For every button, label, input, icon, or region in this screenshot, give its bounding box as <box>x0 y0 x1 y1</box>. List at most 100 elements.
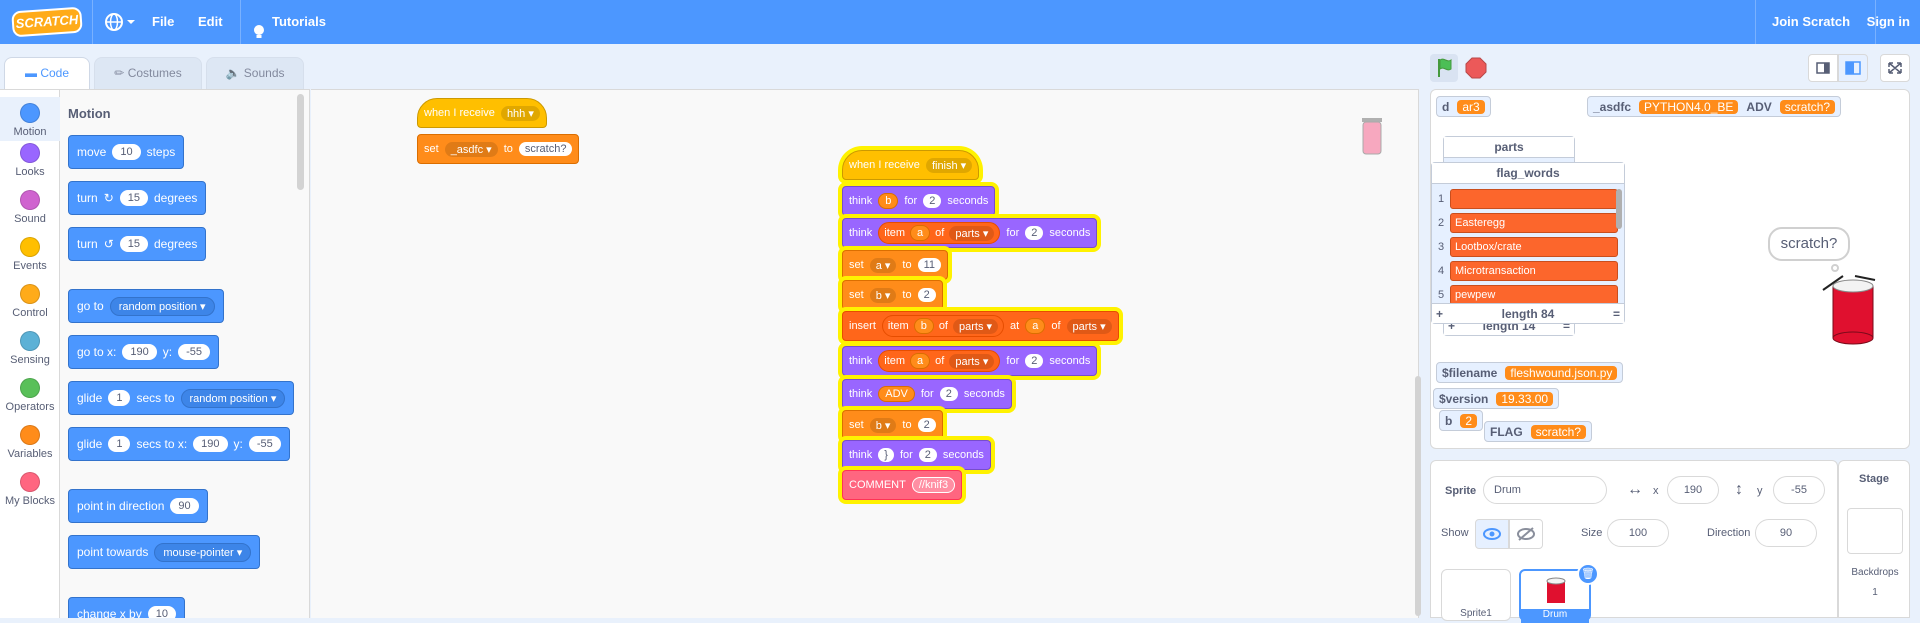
size-input[interactable]: 100 <box>1607 519 1669 547</box>
category-looks[interactable]: Looks <box>0 143 60 178</box>
y-input[interactable]: -55 <box>248 436 281 452</box>
message-dropdown[interactable]: finish ▾ <box>925 157 973 173</box>
comment-input[interactable]: //knif3 <box>911 477 956 493</box>
value-input[interactable]: scratch? <box>518 142 573 156</box>
tab-sounds[interactable]: 🔈 Sounds <box>206 57 304 89</box>
item-of-list-reporter[interactable]: item a of parts ▾ <box>878 350 1001 372</box>
degrees-input[interactable]: 15 <box>119 236 148 252</box>
turn-left-block[interactable]: turn ↺ 15 degrees <box>68 227 207 261</box>
point-towards-dropdown[interactable]: mouse-pointer ▾ <box>154 542 252 562</box>
list-monitor-flag-words[interactable]: flag_words 1 2 Easteregg 3 Lootbox/crate… <box>1431 162 1625 324</box>
category-sensing[interactable]: Sensing <box>0 331 60 366</box>
when-i-receive-block[interactable]: when I receive hhh ▾ <box>417 98 547 128</box>
seconds-input[interactable]: 2 <box>923 194 942 208</box>
variable-monitor-flag[interactable]: FLAG scratch? <box>1484 421 1593 442</box>
set-variable-block[interactable]: set _asdfc ▾ to scratch? <box>417 134 580 164</box>
add-item-button[interactable]: + <box>1436 307 1443 321</box>
list-scrollbar[interactable] <box>1616 189 1622 229</box>
stage-target-panel[interactable]: Stage Backdrops 1 <box>1838 460 1910 618</box>
scratch-logo[interactable]: SCRATCH <box>11 6 83 38</box>
change-x-block[interactable]: change x by 10 <box>68 597 185 618</box>
tab-costumes[interactable]: ✏ Costumes <box>94 57 202 89</box>
category-control[interactable]: Control <box>0 284 60 319</box>
set-variable-block[interactable]: set a ▾ to 11 <box>842 250 948 280</box>
set-variable-block[interactable]: set b ▾ to 2 <box>842 280 943 310</box>
item-value[interactable]: Microtransaction <box>1450 261 1618 281</box>
value-input[interactable]: 2 <box>917 288 936 302</box>
item-of-list-reporter[interactable]: item a of parts ▾ <box>878 222 1001 244</box>
workspace-scrollbar[interactable] <box>1415 376 1421 616</box>
variable-reporter[interactable]: a <box>910 353 931 369</box>
category-sound[interactable]: Sound <box>0 190 60 225</box>
direction-input[interactable]: 90 <box>1755 519 1817 547</box>
insert-at-list-block[interactable]: insert item b of parts ▾ at a of parts ▾ <box>842 311 1119 341</box>
tutorials-button[interactable]: Tutorials <box>252 0 332 44</box>
variable-monitor-b[interactable]: b 2 <box>1439 410 1484 431</box>
variable-dropdown[interactable]: b ▾ <box>869 417 897 433</box>
drum-sprite[interactable] <box>1819 266 1879 346</box>
seconds-input[interactable]: 2 <box>918 448 937 462</box>
message-input[interactable]: } <box>878 448 894 462</box>
variable-reporter[interactable]: a <box>910 225 931 241</box>
item-value[interactable]: Lootbox/crate <box>1450 237 1618 257</box>
edit-menu[interactable]: Edit <box>198 0 223 44</box>
think-for-block[interactable]: think ADV for 2 seconds <box>842 379 1012 409</box>
sign-in-link[interactable]: Sign in <box>1862 0 1910 44</box>
value-input[interactable]: 2 <box>917 418 936 432</box>
small-stage-button[interactable] <box>1808 54 1838 82</box>
category-motion[interactable]: Motion <box>0 97 60 141</box>
category-operators[interactable]: Operators <box>0 378 60 413</box>
item-of-list-reporter[interactable]: item b of parts ▾ <box>881 315 1005 337</box>
trash-can-icon[interactable] <box>1354 110 1390 160</box>
list-dropdown[interactable]: parts ▾ <box>953 318 999 334</box>
think-for-block[interactable]: think item a of parts ▾ for 2 seconds <box>842 218 1098 248</box>
category-variables[interactable]: Variables <box>0 425 60 460</box>
y-input[interactable]: -55 <box>1773 476 1825 504</box>
glide-xy-block[interactable]: glide 1 secs to x: 190 y: -55 <box>68 427 290 461</box>
variable-reporter[interactable]: b <box>913 318 934 334</box>
go-to-block[interactable]: go to random position ▾ <box>68 289 224 323</box>
file-menu[interactable]: File <box>152 0 174 44</box>
variable-dropdown[interactable]: _asdfc ▾ <box>444 141 498 157</box>
show-sprite-button[interactable] <box>1475 519 1509 549</box>
move-steps-block[interactable]: move 10 steps <box>68 135 185 169</box>
item-value[interactable] <box>1450 189 1618 209</box>
category-events[interactable]: Events <box>0 237 60 272</box>
list-item[interactable]: 2 Easteregg <box>1432 211 1618 235</box>
think-for-block[interactable]: think } for 2 seconds <box>842 440 991 470</box>
variable-monitor-filename[interactable]: $filename fleshwound.json.py <box>1436 362 1624 383</box>
list-dropdown[interactable]: parts ▾ <box>949 353 995 369</box>
point-direction-block[interactable]: point in direction 90 <box>68 489 208 523</box>
resize-handle[interactable]: = <box>1613 307 1620 321</box>
variable-monitor-version[interactable]: $version 19.33.00 <box>1433 388 1560 409</box>
list-item[interactable]: 1 <box>1432 187 1618 211</box>
seconds-input[interactable]: 2 <box>939 387 958 401</box>
stage-canvas[interactable]: d ar3 _asdfc PYTHON4.0_BE ADV scratch? p… <box>1430 89 1910 449</box>
turn-right-block[interactable]: turn ↻ 15 degrees <box>68 181 207 215</box>
y-input[interactable]: -55 <box>178 344 210 360</box>
direction-input[interactable]: 90 <box>170 498 199 514</box>
x-input[interactable]: 190 <box>193 436 228 452</box>
glide-random-block[interactable]: glide 1 secs to random position ▾ <box>68 381 295 415</box>
list-dropdown[interactable]: parts ▾ <box>1066 318 1112 334</box>
tab-code[interactable]: ▬ Code <box>4 57 90 90</box>
variable-reporter[interactable]: ADV <box>878 386 915 402</box>
backdrop-thumbnail[interactable] <box>1847 508 1903 554</box>
go-to-dropdown[interactable]: random position ▾ <box>109 296 215 316</box>
variable-dropdown[interactable]: a ▾ <box>869 257 897 273</box>
message-dropdown[interactable]: hhh ▾ <box>500 105 540 121</box>
stop-button[interactable] <box>1462 54 1490 82</box>
steps-input[interactable]: 10 <box>112 144 141 160</box>
set-variable-block[interactable]: set b ▾ to 2 <box>842 410 943 440</box>
variable-dropdown[interactable]: b ▾ <box>869 287 897 303</box>
comment-block[interactable]: COMMENT //knif3 <box>842 470 963 500</box>
seconds-input[interactable]: 2 <box>1025 354 1044 368</box>
category-my-blocks[interactable]: My Blocks <box>0 472 60 507</box>
degrees-input[interactable]: 15 <box>119 190 148 206</box>
secs-input[interactable]: 1 <box>108 390 131 406</box>
list-item[interactable]: 4 Microtransaction <box>1432 259 1618 283</box>
think-for-block[interactable]: think item a of parts ▾ for 2 seconds <box>842 346 1098 376</box>
seconds-input[interactable]: 2 <box>1025 226 1044 240</box>
join-scratch-link[interactable]: Join Scratch <box>1772 0 1850 44</box>
x-input[interactable]: 190 <box>122 344 157 360</box>
